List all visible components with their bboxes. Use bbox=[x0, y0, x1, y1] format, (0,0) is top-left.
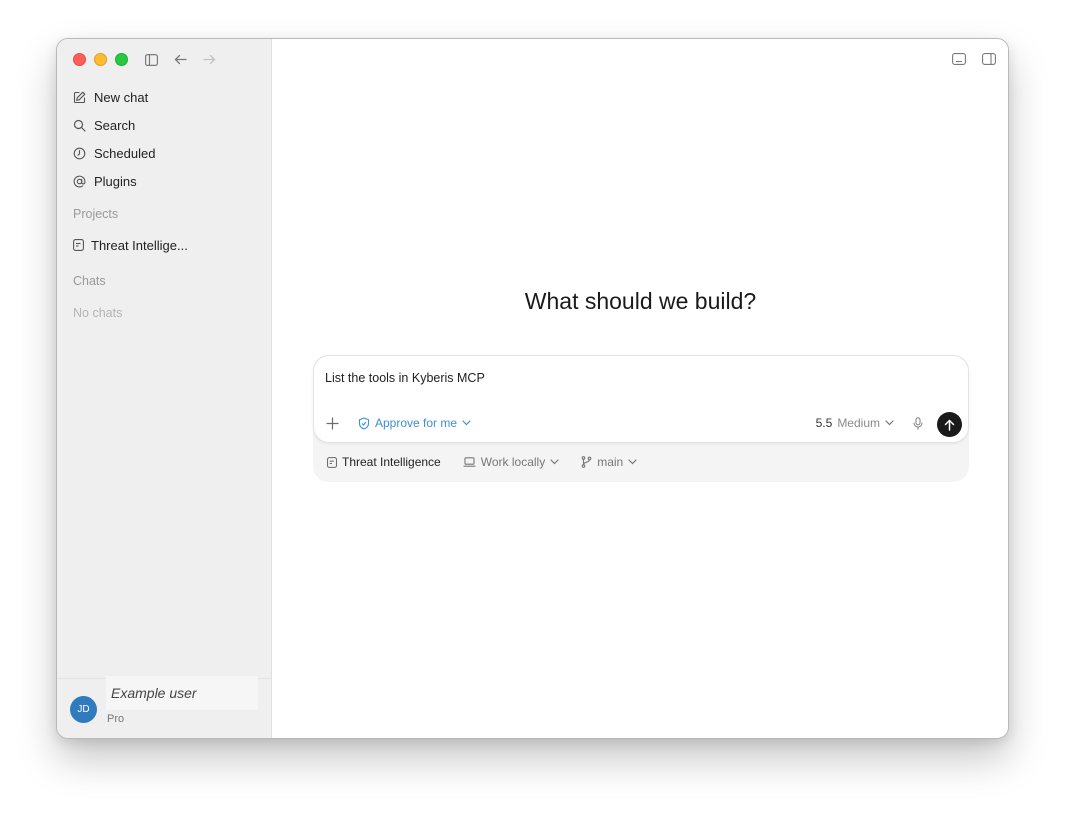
environment-dropdown[interactable]: Work locally bbox=[463, 455, 559, 469]
avatar[interactable]: JD bbox=[70, 696, 97, 723]
folder-icon bbox=[73, 239, 84, 251]
laptop-icon bbox=[463, 457, 476, 467]
sidebar-toggle-icon[interactable] bbox=[144, 52, 159, 67]
sidebar-item-search[interactable]: Search bbox=[65, 111, 264, 139]
composer-context-bar: Threat Intelligence Work locally main bbox=[327, 455, 637, 469]
chevron-down-icon bbox=[628, 459, 637, 465]
sidebar: New chat Search Scheduled Plugins Projec… bbox=[57, 39, 272, 738]
window-controls bbox=[73, 53, 128, 66]
close-window-button[interactable] bbox=[73, 53, 86, 66]
project-label: Threat Intellige... bbox=[91, 237, 188, 253]
terminal-panel-icon[interactable] bbox=[952, 53, 966, 65]
user-name-box: Example user bbox=[106, 676, 258, 710]
model-selector[interactable]: 5.5 Medium bbox=[816, 416, 894, 430]
back-arrow-icon[interactable] bbox=[173, 52, 188, 67]
sidebar-item-label: New chat bbox=[94, 89, 149, 105]
model-version: 5.5 bbox=[815, 416, 833, 430]
microphone-button[interactable] bbox=[913, 417, 923, 435]
approval-mode-label: Approve for me bbox=[375, 416, 458, 430]
user-name: Example user bbox=[111, 685, 197, 701]
branch-label: main bbox=[597, 455, 624, 469]
user-profile[interactable]: JD Example user Pro bbox=[57, 676, 272, 738]
sidebar-toolbar bbox=[144, 52, 217, 67]
main-toolbar bbox=[952, 53, 996, 65]
sidebar-item-label: Search bbox=[94, 117, 136, 133]
sidebar-project-item[interactable]: Threat Intellige... bbox=[65, 232, 264, 258]
arrow-up-icon bbox=[944, 419, 955, 431]
sidebar-item-plugins[interactable]: Plugins bbox=[65, 167, 264, 195]
page-title: What should we build? bbox=[524, 288, 757, 314]
composer-container: List the tools in Kyberis MCP Approve fo… bbox=[313, 355, 969, 482]
sidebar-item-scheduled[interactable]: Scheduled bbox=[65, 139, 264, 167]
projects-section-title: Projects bbox=[73, 207, 119, 221]
project-selector[interactable]: Threat Intelligence bbox=[327, 455, 441, 469]
project-selector-label: Threat Intelligence bbox=[342, 455, 441, 469]
microphone-icon bbox=[913, 417, 923, 430]
edit-icon bbox=[73, 91, 86, 103]
composer-input[interactable]: List the tools in Kyberis MCP bbox=[325, 371, 485, 385]
forward-arrow-icon[interactable] bbox=[202, 52, 217, 67]
chevron-down-icon bbox=[885, 420, 894, 426]
plus-icon bbox=[326, 417, 339, 430]
environment-label: Work locally bbox=[480, 455, 546, 469]
main-panel: What should we build? List the tools in … bbox=[273, 39, 1008, 738]
folder-icon bbox=[327, 456, 337, 468]
sidebar-nav: New chat Search Scheduled Plugins bbox=[65, 83, 264, 195]
sidebar-item-new-chat[interactable]: New chat bbox=[65, 83, 264, 111]
git-branch-icon bbox=[581, 456, 592, 468]
shield-icon bbox=[358, 416, 370, 430]
maximize-window-button[interactable] bbox=[115, 53, 128, 66]
minimize-window-button[interactable] bbox=[94, 53, 107, 66]
add-attachment-button[interactable] bbox=[326, 417, 339, 435]
chevron-down-icon bbox=[462, 420, 471, 426]
send-button[interactable] bbox=[937, 412, 962, 437]
chevron-down-icon bbox=[550, 459, 559, 465]
sidebar-item-label: Scheduled bbox=[94, 145, 156, 161]
clock-icon bbox=[73, 147, 86, 159]
no-chats-text: No chats bbox=[73, 306, 123, 320]
sidebar-item-label: Plugins bbox=[94, 173, 137, 189]
user-plan: Pro bbox=[107, 713, 125, 725]
right-panel-toggle-icon[interactable] bbox=[982, 53, 996, 65]
at-sign-icon bbox=[73, 175, 86, 187]
chats-section-title: Chats bbox=[73, 274, 106, 288]
app-window: New chat Search Scheduled Plugins Projec… bbox=[56, 38, 1009, 739]
search-icon bbox=[73, 119, 86, 132]
approval-mode-dropdown[interactable]: Approve for me bbox=[358, 416, 471, 430]
branch-dropdown[interactable]: main bbox=[581, 455, 637, 469]
composer: List the tools in Kyberis MCP Approve fo… bbox=[313, 355, 969, 443]
model-level: Medium bbox=[837, 416, 880, 430]
